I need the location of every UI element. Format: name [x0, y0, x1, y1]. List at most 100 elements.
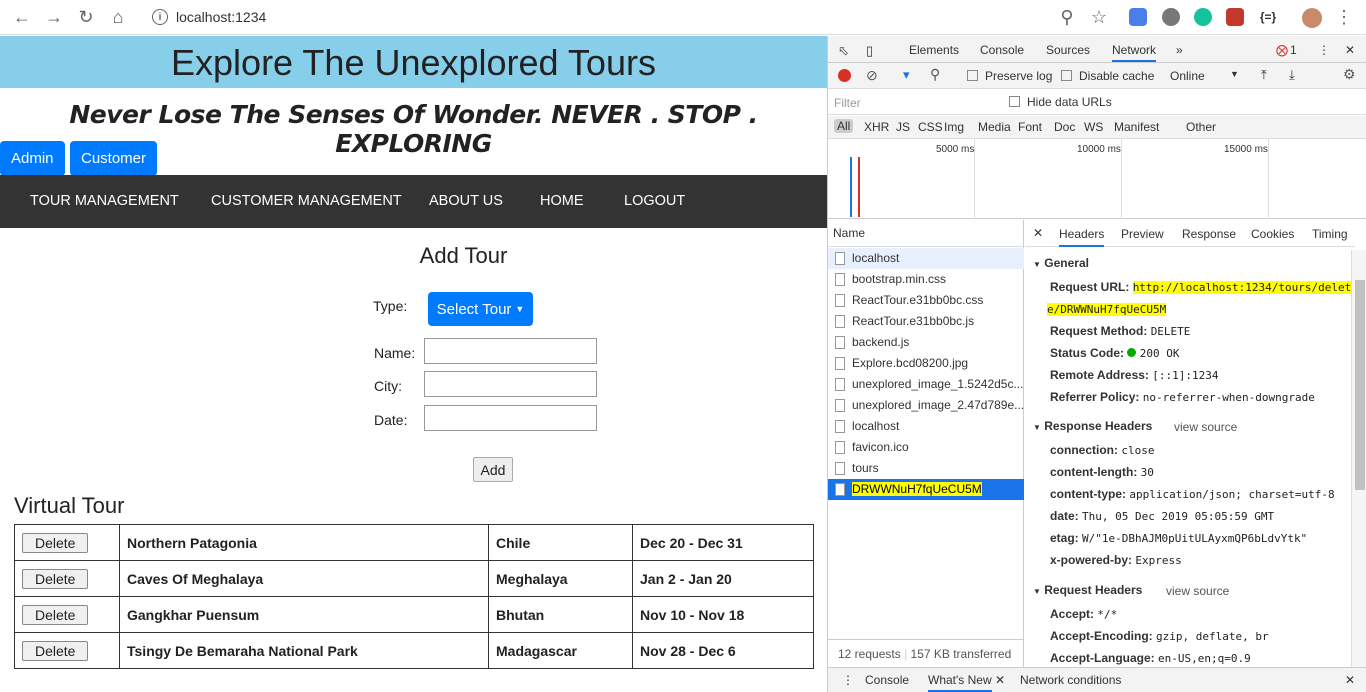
grammarly-icon[interactable]	[1194, 8, 1212, 26]
delete-button[interactable]: Delete	[22, 532, 89, 553]
request-row[interactable]: localhost	[828, 248, 1024, 269]
nav-tour-management[interactable]: TOUR MANAGEMENT	[30, 193, 179, 209]
request-row[interactable]: DRWWNuH7fqUeCU5M	[828, 479, 1024, 500]
request-row[interactable]: localhost	[828, 416, 1024, 437]
name-input[interactable]	[424, 338, 597, 364]
request-headers-section-title[interactable]: ▼ Request Headers	[1033, 583, 1142, 597]
header-value: application/json; charset=utf-8	[1129, 488, 1335, 501]
reload-icon[interactable]: ↻	[75, 6, 97, 28]
type-filter-img[interactable]: Img	[944, 120, 964, 134]
nav-customer-management[interactable]: CUSTOMER MANAGEMENT	[211, 193, 402, 209]
request-row[interactable]: unexplored_image_2.47d789e...	[828, 395, 1024, 416]
delete-button[interactable]: Delete	[22, 604, 89, 625]
tab-cookies[interactable]: Cookies	[1251, 227, 1294, 241]
disable-cache-checkbox[interactable]	[1061, 70, 1072, 81]
type-filter-ws[interactable]: WS	[1084, 120, 1103, 134]
close-tab-icon[interactable]: ✕	[995, 673, 1005, 687]
type-filter-font[interactable]: Font	[1018, 120, 1042, 134]
tab-response[interactable]: Response	[1182, 227, 1236, 241]
close-detail-icon[interactable]: ✕	[1033, 226, 1043, 240]
drawer-menu-icon[interactable]: ⋮	[842, 673, 854, 687]
tab-console[interactable]: Console	[980, 43, 1024, 57]
select-tour-dropdown[interactable]: Select Tour ▼	[428, 292, 533, 326]
view-source-link[interactable]: view source	[1166, 584, 1229, 598]
chevron-down-icon[interactable]: ▼	[1230, 69, 1239, 79]
extension-icon[interactable]	[1162, 8, 1180, 26]
nav-about-us[interactable]: ABOUT US	[429, 193, 503, 209]
tab-preview[interactable]: Preview	[1121, 227, 1164, 241]
request-row[interactable]: unexplored_image_1.5242d5c...	[828, 374, 1024, 395]
request-row[interactable]: ReactTour.e31bb0bc.js	[828, 311, 1024, 332]
export-icon[interactable]: ⤓	[1289, 67, 1295, 83]
add-button[interactable]: Add	[473, 457, 513, 482]
filter-icon[interactable]: ▾	[903, 67, 910, 83]
type-filter-doc[interactable]: Doc	[1054, 120, 1075, 134]
type-filter-xhr[interactable]: XHR	[864, 120, 889, 134]
type-filter-js[interactable]: JS	[896, 120, 910, 134]
request-row[interactable]: bootstrap.min.css	[828, 269, 1024, 290]
json-extension-icon[interactable]: {=}	[1257, 6, 1279, 28]
more-tabs-icon[interactable]: »	[1176, 43, 1183, 57]
device-toggle-icon[interactable]: ▯	[866, 43, 873, 59]
request-url-value: http://localhost:1234/tours/delet	[1132, 281, 1352, 294]
import-icon[interactable]: ⤒	[1261, 67, 1267, 83]
customer-button[interactable]: Customer	[70, 141, 158, 176]
general-section-title[interactable]: ▼ General	[1033, 256, 1089, 270]
scrollbar[interactable]	[1351, 250, 1366, 668]
tab-elements[interactable]: Elements	[909, 43, 959, 57]
view-source-link[interactable]: view source	[1174, 420, 1237, 434]
type-filter-media[interactable]: Media	[978, 120, 1011, 134]
throttle-select[interactable]: Online	[1170, 69, 1205, 83]
nav-logout[interactable]: LOGOUT	[624, 193, 685, 209]
clear-icon[interactable]: ⊘	[866, 67, 878, 84]
home-icon[interactable]: ⌂	[107, 6, 129, 28]
record-icon[interactable]	[838, 69, 851, 82]
tab-network[interactable]: Network	[1112, 43, 1157, 62]
name-column-header[interactable]: Name	[828, 220, 1024, 247]
delete-button[interactable]: Delete	[22, 568, 89, 589]
inspect-icon[interactable]: ⬁	[838, 43, 849, 59]
city-input[interactable]	[424, 371, 597, 397]
drawer-tab-console[interactable]: Console	[865, 673, 909, 687]
timeline-tick: 15000 ms	[1224, 144, 1268, 155]
info-icon[interactable]: i	[152, 9, 168, 25]
request-row[interactable]: Explore.bcd08200.jpg	[828, 353, 1024, 374]
hide-data-urls-checkbox[interactable]	[1009, 96, 1020, 107]
search-icon[interactable]: ⚲	[930, 66, 940, 83]
filter-input[interactable]: Filter	[834, 96, 861, 110]
response-headers-section-title[interactable]: ▼ Response Headers	[1033, 419, 1152, 433]
request-url-value-cont: e/DRWWNuH7fqUeCU5M	[1047, 303, 1167, 316]
close-devtools-icon[interactable]: ✕	[1345, 43, 1355, 57]
translate-extension-icon[interactable]	[1129, 8, 1147, 26]
forward-icon[interactable]: →	[43, 6, 65, 28]
back-icon[interactable]: ←	[11, 6, 33, 28]
nav-home[interactable]: HOME	[540, 193, 584, 209]
request-row[interactable]: tours	[828, 458, 1024, 479]
zoom-icon[interactable]: ⚲	[1056, 6, 1078, 28]
devtools-menu-icon[interactable]: ⋮	[1318, 43, 1330, 57]
avatar[interactable]	[1302, 8, 1322, 28]
menu-icon[interactable]: ⋮	[1333, 6, 1355, 28]
error-icon[interactable]: ⨂	[1276, 43, 1288, 57]
extension-icon[interactable]	[1226, 8, 1244, 26]
drawer-tab-network-conditions[interactable]: Network conditions	[1020, 673, 1121, 687]
gear-icon[interactable]: ⚙	[1343, 66, 1356, 83]
tab-headers[interactable]: Headers	[1059, 227, 1105, 247]
type-filter-css[interactable]: CSS	[918, 120, 943, 134]
date-input[interactable]	[424, 405, 597, 431]
request-row[interactable]: backend.js	[828, 332, 1024, 353]
request-row[interactable]: favicon.ico	[828, 437, 1024, 458]
type-filter-all[interactable]: All	[834, 119, 854, 133]
request-row[interactable]: ReactTour.e31bb0bc.css	[828, 290, 1024, 311]
tab-sources[interactable]: Sources	[1046, 43, 1090, 57]
form-title: Add Tour	[419, 243, 508, 268]
close-drawer-icon[interactable]: ✕	[1345, 673, 1355, 687]
bookmark-star-icon[interactable]: ☆	[1088, 6, 1110, 28]
drawer-tab-whats-new[interactable]: What's New	[928, 673, 992, 692]
type-filter-other[interactable]: Other	[1186, 120, 1216, 134]
type-filter-manifest[interactable]: Manifest	[1114, 120, 1159, 134]
preserve-log-checkbox[interactable]	[967, 70, 978, 81]
tab-timing[interactable]: Timing	[1312, 227, 1348, 241]
delete-button[interactable]: Delete	[22, 640, 89, 661]
admin-button[interactable]: Admin	[0, 141, 65, 176]
